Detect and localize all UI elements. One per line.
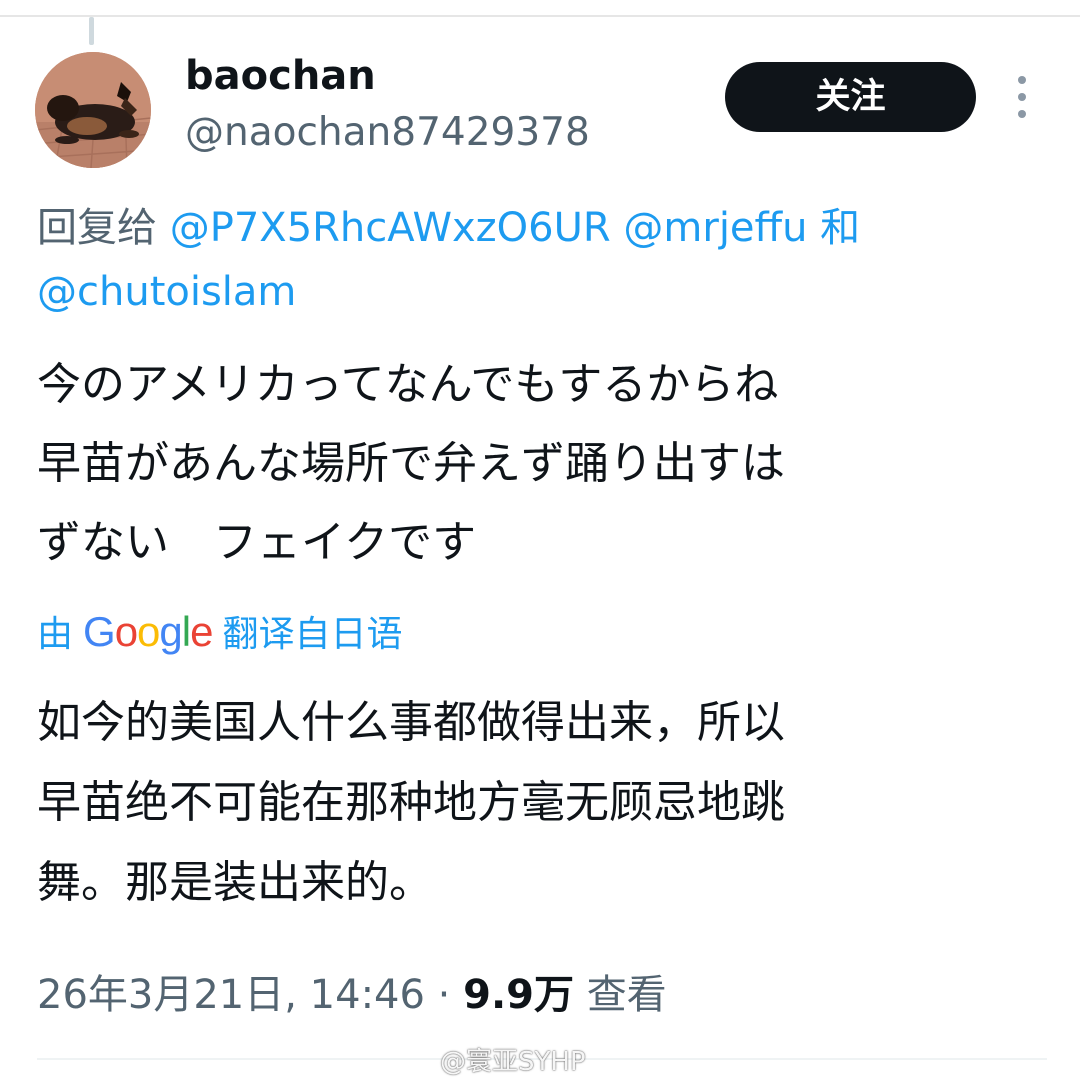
author-handle[interactable]: @naochan87429378: [185, 105, 590, 161]
translated-text-line: 舞。那是装出来的。: [37, 857, 433, 908]
mention-link[interactable]: @chutoislam: [37, 269, 296, 315]
avatar[interactable]: [35, 52, 151, 168]
author-display-name[interactable]: baochan: [185, 48, 376, 104]
tweet-text-line: 早苗があんな場所で弁えず踊り出すは: [37, 438, 785, 489]
more-dot: [1018, 76, 1026, 84]
views-label: 查看: [586, 972, 667, 1018]
translated-text-line: 早苗绝不可能在那种地方毫无顾忌地跳: [37, 777, 785, 828]
more-dot: [1018, 110, 1026, 118]
tweet-meta: 26年3月21日, 14:46 · 9.9万 查看: [37, 963, 667, 1027]
watermark: @寰亚SYHP: [440, 1047, 586, 1077]
follow-button[interactable]: 关注: [725, 62, 976, 132]
mention-link[interactable]: @P7X5RhcAWxzO6UR: [170, 205, 611, 251]
reply-conjunction[interactable]: 和: [820, 205, 860, 251]
tweet-text: 今のアメリカってなんでもするからね 早苗があんな場所で弁えず踊り出すは ずない …: [37, 345, 1057, 582]
more-vertical-icon[interactable]: [1008, 76, 1036, 120]
reply-context: 回复给 @P7X5RhcAWxzO6UR @mrjeffu 和 @chutois…: [37, 196, 1047, 324]
meta-separator: ·: [437, 972, 451, 1018]
google-logo: Google: [83, 608, 213, 655]
translation-attribution[interactable]: 由 Google 翻译自日语: [37, 602, 402, 662]
mention-link[interactable]: @mrjeffu: [623, 205, 807, 251]
views-count: 9.9万: [463, 972, 574, 1018]
timestamp[interactable]: 26年3月21日, 14:46: [37, 972, 425, 1018]
top-divider: [0, 15, 1080, 17]
more-dot: [1018, 93, 1026, 101]
translated-text: 如今的美国人什么事都做得出来，所以 早苗绝不可能在那种地方毫无顾忌地跳 舞。那是…: [37, 683, 1057, 923]
translation-prefix: 由: [37, 614, 74, 655]
translated-text-line: 如今的美国人什么事都做得出来，所以: [37, 697, 785, 748]
tweet-text-line: ずない フェイクです: [37, 517, 477, 568]
thread-connector-line: [89, 17, 94, 45]
reply-prefix: 回复给: [37, 205, 157, 251]
translation-suffix: 翻译自日语: [222, 614, 403, 655]
tweet-text-line: 今のアメリカってなんでもするからね: [37, 359, 779, 410]
dog-photo-avatar-icon: [35, 52, 151, 168]
